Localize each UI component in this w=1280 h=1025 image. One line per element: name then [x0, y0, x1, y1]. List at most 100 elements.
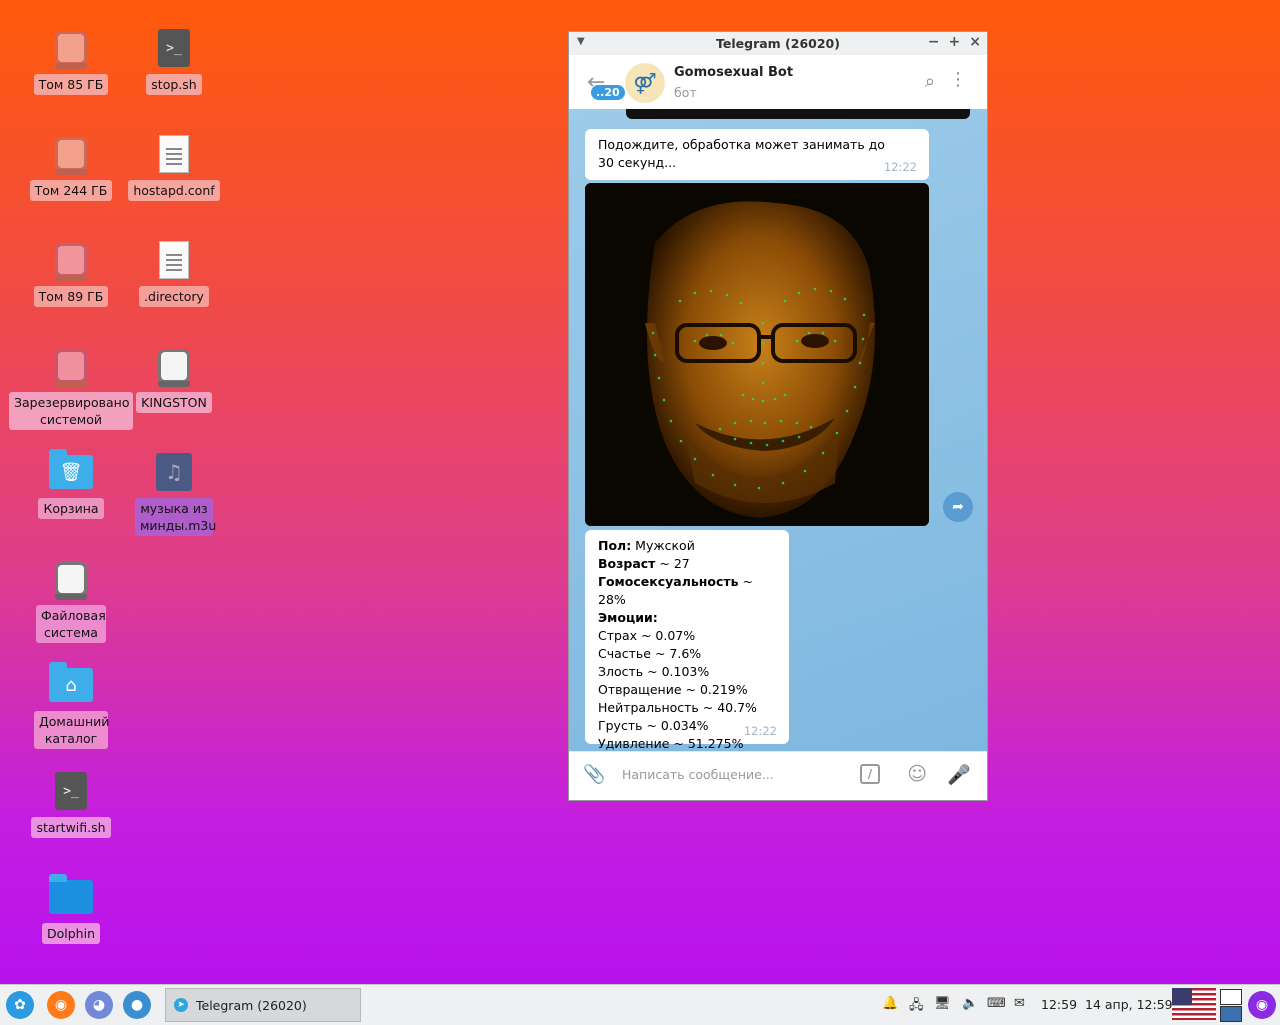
drive-icon [55, 562, 87, 600]
desktop-icon-volume-89[interactable]: Том 89 ГБ [23, 238, 119, 307]
unread-badge: ..20 [591, 85, 625, 100]
terminal-script-icon: >_ [55, 772, 87, 810]
result-line: Пол: Мужской [598, 538, 695, 553]
desktop-icon-label: Том 89 ГБ [33, 286, 109, 307]
desktop-icon-label: Том 244 ГБ [29, 180, 113, 201]
desktop-icon-startwifi-sh[interactable]: >_ startwifi.sh [23, 769, 119, 838]
desktop-icon-label: startwifi.sh [31, 817, 111, 838]
display-icon[interactable]: 🖥 [934, 996, 951, 1011]
chat-area[interactable]: Подождите, обработка может занимать до 3… [569, 109, 987, 752]
desktop-icon-label: Зарезервировано системой [9, 392, 133, 430]
desktop-icon-dolphin[interactable]: Dolphin [23, 874, 119, 944]
window-title: Telegram (26020) [716, 36, 840, 51]
desktop-icon-label: Том 85 ГБ [33, 74, 109, 95]
desktop-icon-music-playlist[interactable]: ♫ музыка из минды.m3u [126, 450, 222, 536]
taskbar: ✿ ◉ ◕ ● ➤ Telegram (26020) 🔔 🖧 🖥 🔈 ⌨ ✉ 1… [0, 984, 1280, 1025]
message-time: 12:22 [743, 724, 777, 738]
desktop-icon-label: Файловая система [36, 605, 106, 643]
share-forward-icon[interactable]: ➦ [943, 492, 973, 522]
result-line: Отвращение ~ 0.219% [598, 682, 748, 697]
message-composer: 📎 Написать сообщение... / ☺ 🎤 [569, 751, 987, 800]
drive-icon [55, 349, 87, 387]
chat-subtitle: бот [674, 85, 697, 100]
drive-icon [55, 31, 87, 69]
desktop-icon-label: Домашний каталог [34, 711, 109, 749]
message-bubble-wait[interactable]: Подождите, обработка может занимать до 3… [585, 129, 929, 180]
keyboard-icon[interactable]: ⌨ [987, 996, 1006, 1011]
message-input[interactable]: Написать сообщение... [622, 767, 774, 782]
desktop-icon-label: stop.sh [146, 74, 202, 95]
maximize-icon[interactable]: + [949, 34, 961, 50]
tray-datetime[interactable]: 14 апр, 12:59 [1085, 997, 1173, 1012]
taskbar-task-telegram[interactable]: ➤ Telegram (26020) [165, 988, 361, 1022]
text-file-icon [159, 241, 189, 279]
pager-icon[interactable] [1220, 1006, 1242, 1022]
result-line: Нейтральность ~ 40.7% [598, 700, 757, 715]
bot-commands-icon[interactable]: / [860, 764, 880, 784]
search-icon[interactable]: ⌕ [925, 71, 935, 92]
drive-icon [55, 137, 87, 175]
show-desktop-icon[interactable] [1220, 989, 1242, 1005]
home-folder-icon: ⌂ [49, 662, 93, 702]
face-photo-image [585, 183, 929, 526]
firefox-icon[interactable]: ◉ [47, 991, 75, 1019]
desktop-icon-directory[interactable]: .directory [126, 238, 222, 307]
desktop-icon-volume-244[interactable]: Том 244 ГБ [23, 132, 119, 201]
desktop-icon-label: hostapd.conf [128, 180, 220, 201]
usb-drive-icon [158, 349, 190, 387]
desktop-icon-label: .directory [139, 286, 209, 307]
desktop-icon-trash[interactable]: 🗑 Корзина [23, 449, 119, 519]
result-line: Счастье ~ 7.6% [598, 646, 702, 661]
desktop-icon-filesystem[interactable]: Файловая система [23, 557, 119, 643]
desktop-icon-reserved[interactable]: Зарезервировано системой [9, 344, 133, 430]
telegram-icon: ➤ [174, 998, 188, 1012]
more-menu-icon[interactable]: ⋮ [949, 69, 967, 90]
keyboard-layout-us-flag-icon[interactable] [1172, 988, 1216, 1020]
desktop-icon-label: KINGSTON [136, 392, 212, 413]
desktop-icon-label: Корзина [38, 498, 104, 519]
result-line: Злость ~ 0.103% [598, 664, 710, 679]
desktop-icon-home[interactable]: ⌂ Домашний каталог [23, 662, 119, 749]
result-line: Страх ~ 0.07% [598, 628, 696, 643]
message-time: 12:22 [883, 160, 917, 174]
window-menu-icon[interactable]: ▼ [577, 36, 585, 47]
app-launcher-icon[interactable]: ✿ [6, 991, 34, 1019]
bot-avatar[interactable]: ⚤ [625, 63, 665, 103]
terminal-script-icon: >_ [158, 29, 190, 67]
desktop-icon-label: Dolphin [42, 923, 100, 944]
result-lines: Пол: Мужской Возраст ~ 27 Гомосексуально… [585, 530, 789, 752]
volume-icon[interactable]: 🔈 [962, 996, 978, 1011]
chat-name[interactable]: Gomosexual Bot [674, 65, 793, 80]
attach-icon[interactable]: 📎 [583, 764, 605, 785]
chat-header: ← ..20 ⚤ Gomosexual Bot бот ⌕ ⋮ [569, 55, 987, 110]
music-playlist-icon: ♫ [156, 453, 192, 491]
face-analysis-photo[interactable] [585, 183, 929, 526]
network-icon[interactable]: 🖧 [909, 996, 924, 1018]
tray-time[interactable]: 12:59 [1041, 997, 1077, 1012]
desktop-icon-stop-sh[interactable]: >_ stop.sh [126, 26, 222, 95]
message-bubble-result[interactable]: Пол: Мужской Возраст ~ 27 Гомосексуально… [585, 530, 789, 751]
result-line: Эмоции: [598, 610, 658, 625]
microphone-icon[interactable]: 🎤 [947, 763, 971, 786]
drive-icon [55, 243, 87, 281]
trash-folder-icon: 🗑 [49, 449, 93, 489]
desktop-icon-hostapd-conf[interactable]: hostapd.conf [126, 132, 222, 201]
discord-icon[interactable]: ◕ [85, 991, 113, 1019]
previous-photo-strip [626, 109, 970, 119]
telegram-window: ▼ Telegram (26020) − + × ← ..20 ⚤ Gomose… [569, 32, 987, 800]
window-titlebar[interactable]: ▼ Telegram (26020) − + × [569, 32, 987, 55]
emoji-icon[interactable]: ☺ [907, 763, 927, 785]
firefox-tray-icon[interactable]: ◉ [1248, 991, 1276, 1019]
close-icon[interactable]: × [969, 34, 981, 50]
result-line: Гомосексуальность ~ 28% [598, 574, 754, 607]
message-text: Подождите, обработка может занимать до 3… [598, 137, 885, 170]
desktop-icon-kingston[interactable]: KINGSTON [126, 344, 222, 413]
notification-bell-icon[interactable]: 🔔 [882, 996, 898, 1011]
desktop-icon-volume-85[interactable]: Том 85 ГБ [23, 26, 119, 95]
task-label: Telegram (26020) [196, 997, 307, 1013]
github-icon[interactable]: ● [123, 991, 151, 1019]
folder-icon [49, 874, 93, 914]
minimize-icon[interactable]: − [928, 34, 940, 50]
text-file-icon [159, 135, 189, 173]
mail-icon[interactable]: ✉ [1014, 996, 1025, 1011]
